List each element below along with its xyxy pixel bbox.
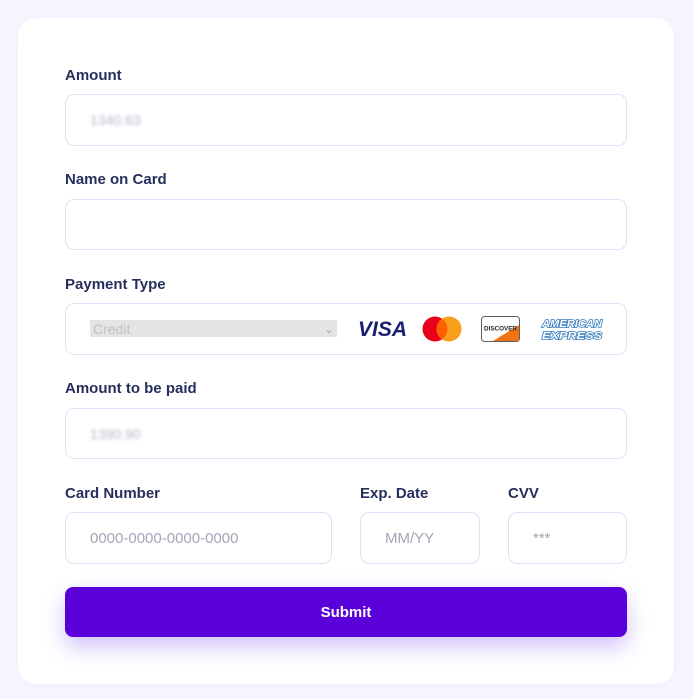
amount-field[interactable]: 1340.63 <box>65 94 627 146</box>
card-number-placeholder: 0000-0000-0000-0000 <box>90 529 239 547</box>
submit-button[interactable]: Submit <box>65 587 627 637</box>
cvv-field[interactable]: *** <box>508 512 627 564</box>
amount-to-pay-label: Amount to be paid <box>65 380 197 397</box>
amount-value: 1340.63 <box>90 112 141 128</box>
payment-type-select[interactable]: Credit ⌄ <box>90 320 337 337</box>
visa-logo: VISA <box>358 318 407 340</box>
visa-logo-text: VISA <box>358 318 407 340</box>
exp-date-label: Exp. Date <box>360 485 429 502</box>
cvv-label: CVV <box>508 485 539 502</box>
discover-logo: DISCOVER <box>481 316 520 342</box>
exp-date-placeholder: MM/YY <box>385 529 435 547</box>
amount-to-pay-field[interactable]: 1390.90 <box>65 408 627 459</box>
card-number-label: Card Number <box>65 485 161 502</box>
card-number-field[interactable]: 0000-0000-0000-0000 <box>65 512 332 564</box>
svg-text:EXPRESS: EXPRESS <box>542 331 602 342</box>
amount-to-pay-value: 1390.90 <box>90 425 141 442</box>
amex-logo: AMERICAN EXPRESS <box>540 318 603 342</box>
svg-text:AMERICAN: AMERICAN <box>541 319 603 330</box>
payment-type-selected: Credit <box>93 320 131 337</box>
cvv-placeholder: *** <box>533 529 551 547</box>
mastercard-logo <box>422 316 462 342</box>
name-on-card-label: Name on Card <box>65 171 167 188</box>
name-on-card-field[interactable] <box>65 199 627 250</box>
amount-label: Amount <box>65 67 122 84</box>
payment-type-label: Payment Type <box>65 276 166 293</box>
exp-date-field[interactable]: MM/YY <box>360 512 480 564</box>
discover-logo-text: DISCOVER <box>484 326 517 333</box>
payment-type-field: Credit ⌄ VISA DISCOVER AMERICAN EXPRESS <box>65 303 627 355</box>
payment-form: Amount 1340.63 Name on Card Payment Type… <box>18 18 674 684</box>
chevron-down-icon: ⌄ <box>323 321 334 336</box>
